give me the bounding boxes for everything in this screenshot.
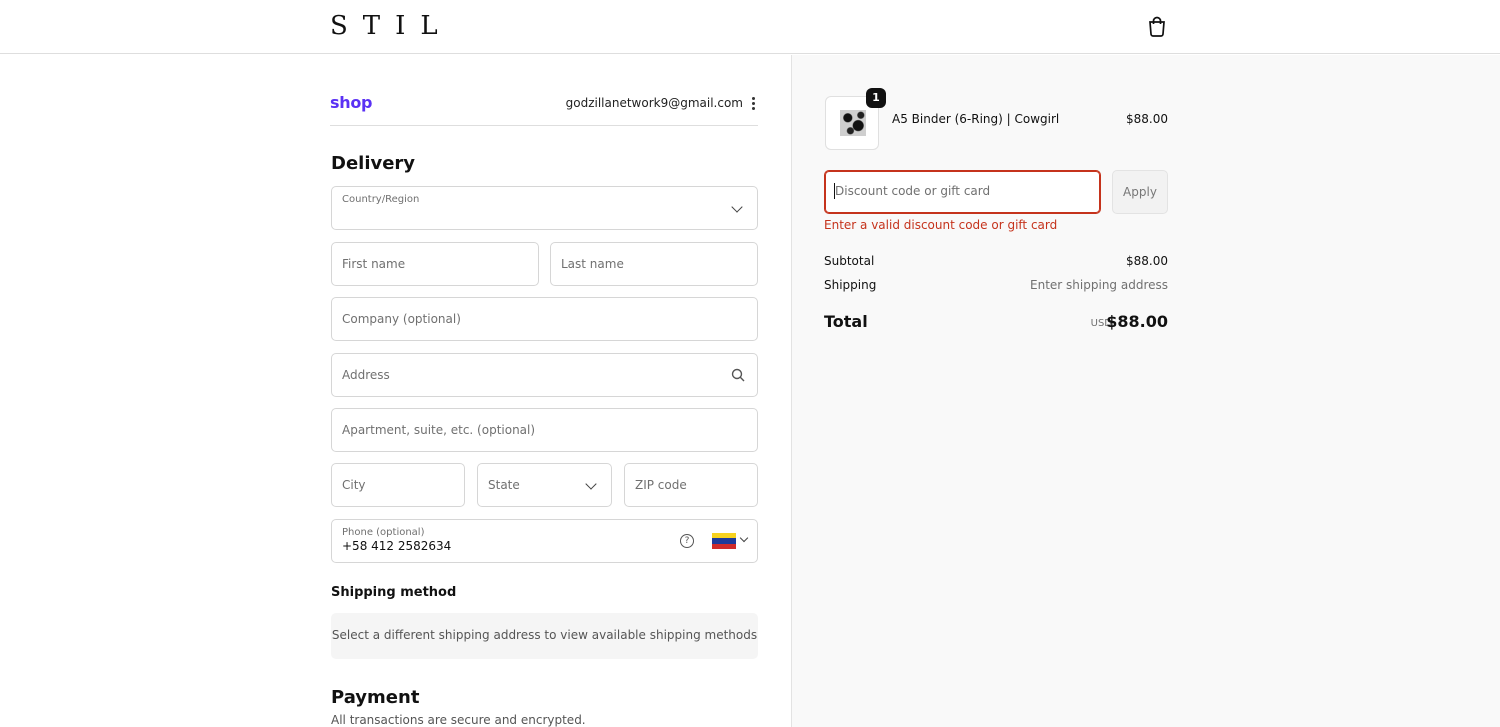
first-name-field[interactable]: First name xyxy=(331,242,539,286)
more-options-icon[interactable] xyxy=(750,97,756,111)
last-name-field[interactable]: Last name xyxy=(550,242,758,286)
product-price: $88.00 xyxy=(1126,112,1168,126)
first-name-placeholder: First name xyxy=(342,257,406,271)
shop-pay-logo: shop xyxy=(330,93,373,112)
search-icon xyxy=(731,368,745,382)
phone-value: +58 412 2582634 xyxy=(342,539,452,553)
discount-error-message: Enter a valid discount code or gift card xyxy=(824,218,1058,232)
shipping-method-notice: Select a different shipping address to v… xyxy=(331,613,758,659)
address-placeholder: Address xyxy=(342,368,390,382)
country-select[interactable]: Country/Region xyxy=(331,186,758,230)
phone-label: Phone (optional) xyxy=(342,527,425,538)
shipping-value: Enter shipping address xyxy=(1030,278,1168,292)
discount-code-input[interactable]: Discount code or gift card xyxy=(824,170,1101,214)
phone-field[interactable]: Phone (optional) +58 412 2582634 ? xyxy=(331,519,758,563)
divider xyxy=(330,125,758,126)
apartment-placeholder: Apartment, suite, etc. (optional) xyxy=(342,423,536,437)
country-label: Country/Region xyxy=(342,194,420,205)
chevron-down-icon xyxy=(731,201,743,213)
total-value: $88.00 xyxy=(1106,312,1168,331)
apartment-field[interactable]: Apartment, suite, etc. (optional) xyxy=(331,408,758,452)
state-select[interactable]: State xyxy=(477,463,612,507)
venezuela-flag-icon[interactable] xyxy=(712,533,736,549)
help-circle-icon[interactable]: ? xyxy=(680,534,694,548)
zip-field[interactable]: ZIP code xyxy=(624,463,758,507)
company-placeholder: Company (optional) xyxy=(342,312,461,326)
store-logo[interactable]: STIL xyxy=(330,11,453,41)
address-field[interactable]: Address xyxy=(331,353,758,397)
flag-stripe-red xyxy=(712,543,736,549)
shopping-bag-icon[interactable] xyxy=(1146,15,1168,37)
shipping-label: Shipping xyxy=(824,278,877,292)
total-label: Total xyxy=(824,312,868,331)
site-header: STIL xyxy=(0,0,1500,54)
shipping-method-message: Select a different shipping address to v… xyxy=(331,628,758,642)
quantity-badge: 1 xyxy=(866,88,886,108)
discount-placeholder: Discount code or gift card xyxy=(835,184,991,198)
chevron-down-icon[interactable] xyxy=(739,533,749,543)
account-email: godzillanetwork9@gmail.com xyxy=(565,96,743,110)
order-summary-column: 1 A5 Binder (6-Ring) | Cowgirl $88.00 Di… xyxy=(791,55,1500,727)
last-name-placeholder: Last name xyxy=(561,257,624,271)
product-image xyxy=(840,110,866,136)
chevron-down-icon xyxy=(585,478,597,490)
delivery-heading: Delivery xyxy=(331,153,416,174)
checkout-form-column: shop godzillanetwork9@gmail.com Delivery… xyxy=(0,55,791,727)
state-placeholder: State xyxy=(488,478,520,492)
product-name: A5 Binder (6-Ring) | Cowgirl xyxy=(892,112,1060,126)
payment-heading: Payment xyxy=(331,687,420,708)
city-field[interactable]: City xyxy=(331,463,465,507)
subtotal-value: $88.00 xyxy=(1126,254,1168,268)
subtotal-label: Subtotal xyxy=(824,254,875,268)
payment-subtitle: All transactions are secure and encrypte… xyxy=(331,713,586,727)
shipping-method-heading: Shipping method xyxy=(331,585,457,600)
apply-discount-button[interactable]: Apply xyxy=(1112,170,1168,214)
company-field[interactable]: Company (optional) xyxy=(331,297,758,341)
zip-placeholder: ZIP code xyxy=(635,478,687,492)
city-placeholder: City xyxy=(342,478,366,492)
